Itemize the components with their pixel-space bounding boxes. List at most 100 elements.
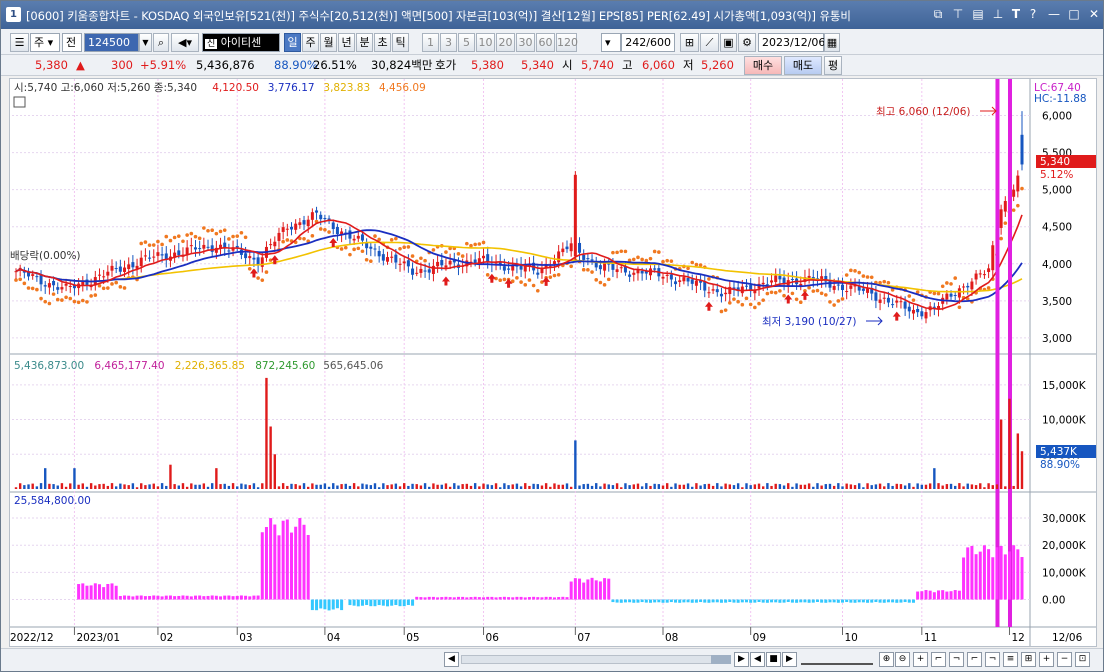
- volume-bar: [503, 483, 506, 489]
- sar-dot: [323, 227, 327, 232]
- interval-button-30[interactable]: 30: [516, 33, 535, 52]
- volume-bar: [373, 483, 377, 489]
- volume-bar: [311, 483, 314, 489]
- stock-code-input[interactable]: 124500: [84, 33, 139, 52]
- scrollbar[interactable]: [461, 655, 731, 664]
- interval-button-1[interactable]: 1: [422, 33, 439, 52]
- help-icon[interactable]: ?: [1026, 7, 1040, 21]
- settings-icon[interactable]: ⚙: [738, 33, 756, 52]
- tool-c-icon[interactable]: ⌐: [967, 652, 982, 667]
- osc-bar: [168, 595, 172, 600]
- volume-bar: [173, 484, 176, 489]
- interval-button-5[interactable]: 5: [458, 33, 475, 52]
- avg-button[interactable]: 평: [824, 56, 842, 75]
- volume-tick-label: 15,000K: [1042, 380, 1087, 392]
- zoom-in-icon[interactable]: ⊕: [879, 652, 894, 667]
- price-legend-1: 4,120.50: [212, 82, 259, 94]
- stop-icon[interactable]: ■: [766, 652, 781, 667]
- tool-a-icon[interactable]: ⌐: [931, 652, 946, 667]
- period-button-4[interactable]: 분: [356, 33, 373, 52]
- volume-bar: [386, 485, 389, 489]
- scroll-right-icon[interactable]: ▶: [734, 652, 749, 667]
- buy-button[interactable]: 매수: [744, 56, 782, 75]
- period-button-0[interactable]: 일: [284, 33, 301, 52]
- step-left-icon[interactable]: ◀: [750, 652, 765, 667]
- candle-body: [47, 283, 51, 288]
- font-icon[interactable]: T: [1009, 7, 1023, 21]
- interval-button-60[interactable]: 60: [536, 33, 555, 52]
- osc-bar: [114, 585, 118, 600]
- zoom-out-icon[interactable]: ⊖: [895, 652, 910, 667]
- hc-label: HC:-11.88: [1034, 93, 1087, 105]
- grid-icon[interactable]: ⊞: [680, 33, 699, 52]
- period-button-5[interactable]: 초: [374, 33, 391, 52]
- stock-name[interactable]: 신 아이티센: [202, 33, 280, 52]
- sound-icon[interactable]: ◀▾: [171, 33, 199, 52]
- count-input[interactable]: 242/600: [621, 33, 675, 52]
- pin-icon[interactable]: ⊤: [951, 7, 965, 21]
- candle-body: [64, 283, 68, 286]
- volume-bar: [741, 487, 744, 489]
- search-icon[interactable]: ⌕: [153, 33, 169, 52]
- calendar-icon[interactable]: ▦: [824, 33, 840, 52]
- draw-icon[interactable]: ⟋: [700, 33, 719, 52]
- tool-f-icon[interactable]: ⊞: [1021, 652, 1036, 667]
- volume-bar: [524, 483, 527, 489]
- volume-bar: [81, 483, 84, 489]
- tool-d-icon[interactable]: ¬: [985, 652, 1000, 667]
- zoom-fit-icon[interactable]: ⊡: [1075, 652, 1090, 667]
- period-select[interactable]: 주 ▾: [30, 33, 60, 52]
- interval-select-icon[interactable]: ▾: [601, 33, 621, 52]
- tool-b-icon[interactable]: ¬: [949, 652, 964, 667]
- volume-bar: [615, 483, 619, 489]
- osc-bar: [77, 584, 81, 600]
- link-icon[interactable]: ⧉: [931, 7, 945, 21]
- maximize-icon[interactable]: □: [1067, 7, 1081, 21]
- list-icon[interactable]: ▤: [971, 7, 985, 21]
- volume-bar: [799, 484, 802, 489]
- osc-bar: [878, 599, 882, 603]
- volume-bar: [215, 468, 218, 489]
- period-button-6[interactable]: 틱: [392, 33, 409, 52]
- sar-dot: [360, 249, 365, 254]
- zoom-plus-icon[interactable]: +: [1039, 652, 1054, 667]
- period-button-3[interactable]: 년: [338, 33, 355, 52]
- osc-bar: [640, 599, 644, 603]
- tool-icon[interactable]: ⊥: [991, 7, 1005, 21]
- volume-bar: [645, 483, 648, 489]
- candle-body: [406, 260, 410, 267]
- interval-button-120[interactable]: 120: [556, 33, 578, 52]
- minimize-icon[interactable]: —: [1047, 7, 1061, 21]
- volume-bar: [682, 484, 686, 489]
- close-icon[interactable]: ✕: [1087, 7, 1101, 21]
- buy-signal-arrow: [441, 276, 450, 286]
- candle-body: [1016, 175, 1020, 192]
- osc-bar: [565, 597, 569, 600]
- zoom-slider[interactable]: [801, 654, 873, 665]
- save-icon[interactable]: ▣: [720, 33, 737, 52]
- tool-e-icon[interactable]: ≡: [1003, 652, 1018, 667]
- candle-body: [891, 304, 895, 306]
- sell-button[interactable]: 매도: [784, 56, 822, 75]
- play-icon[interactable]: ▶: [782, 652, 797, 667]
- menu-icon[interactable]: ☰: [10, 33, 29, 52]
- date-input[interactable]: 2023/12/06: [758, 33, 825, 52]
- sar-dot: [281, 239, 285, 244]
- zoom-minus-icon[interactable]: −: [1057, 652, 1072, 667]
- osc-bar: [106, 583, 110, 600]
- chart-area[interactable]: 2022/12 2023/01 02 03 04 05 06 07 08 09 10 11 12 12/0…: [9, 78, 1097, 647]
- crosshair-icon[interactable]: +: [913, 652, 928, 667]
- scroll-thumb[interactable]: [711, 655, 731, 664]
- code-dropdown-icon[interactable]: ▼: [139, 33, 152, 52]
- period-button-2[interactable]: 월: [320, 33, 337, 52]
- sar-dot: [940, 284, 945, 289]
- period-button-1[interactable]: 주: [302, 33, 319, 52]
- interval-button-10[interactable]: 10: [476, 33, 495, 52]
- market-select[interactable]: 전: [62, 33, 82, 52]
- osc-bar: [456, 596, 460, 600]
- osc-bar: [306, 534, 310, 600]
- interval-button-20[interactable]: 20: [496, 33, 515, 52]
- interval-button-3[interactable]: 3: [440, 33, 457, 52]
- scroll-left-icon[interactable]: ◀: [444, 652, 459, 667]
- sar-dot: [1020, 186, 1024, 191]
